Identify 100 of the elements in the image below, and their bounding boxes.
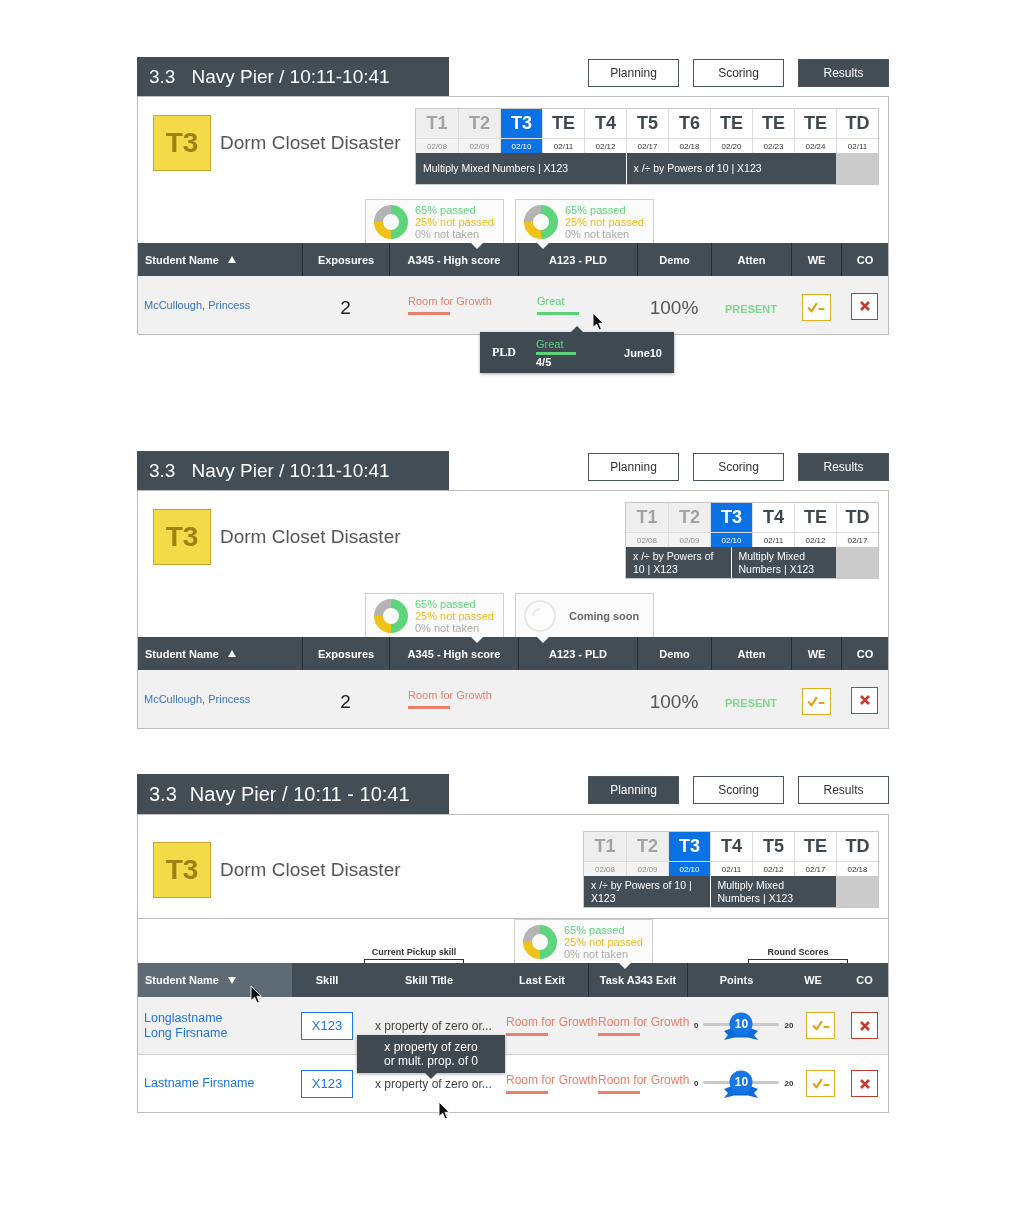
check-dash-button[interactable] xyxy=(801,293,831,321)
date-text: June10 xyxy=(624,346,662,359)
x-mark-icon xyxy=(859,1020,870,1031)
column-group-label: Current Pickup skill xyxy=(364,947,464,963)
task-tab[interactable]: T5 02/12 xyxy=(752,832,794,876)
section-number: 3.3 xyxy=(149,782,177,806)
demo-percent: 100% xyxy=(649,690,699,713)
lesson-title: Dorm Closet Disaster xyxy=(220,859,401,881)
donut-icon xyxy=(524,204,558,239)
slider-min-label: 0 xyxy=(694,1021,699,1030)
lesson-badge: T3 xyxy=(153,509,211,565)
view-button[interactable]: Planning xyxy=(588,453,679,481)
skill-code-button[interactable]: X123 xyxy=(301,1069,353,1098)
lesson-title: Dorm Closet Disaster xyxy=(220,526,401,548)
view-button[interactable]: Planning xyxy=(588,776,679,804)
task-tab[interactable]: T3 02/10 xyxy=(710,503,752,547)
lesson-badge: T3 xyxy=(153,842,211,898)
task-tab[interactable]: TE 02/23 xyxy=(752,109,794,153)
check-dash-icon xyxy=(807,695,825,707)
student-name-link[interactable]: McCullough, Princess xyxy=(144,692,251,706)
skill-label: x /÷ by Powers of 10 | X123 xyxy=(625,153,836,184)
score-text: 4/5 xyxy=(536,355,552,368)
stat-label: 25% not passed xyxy=(415,609,494,622)
task-tab[interactable]: TD 02/18 xyxy=(836,832,878,876)
column-header[interactable]: Student Name xyxy=(138,243,302,276)
view-button[interactable]: Planning xyxy=(588,59,679,87)
task-tab[interactable]: TE 02/12 xyxy=(794,503,836,547)
task-tab[interactable]: T6 02/18 xyxy=(668,109,710,153)
task-tab[interactable]: TD 02/11 xyxy=(836,109,878,153)
student-name-link[interactable]: Longlastname Long Firsname xyxy=(144,1010,228,1041)
view-button[interactable]: Scoring xyxy=(693,776,784,804)
exposure-count: 2 xyxy=(340,296,351,319)
slider-track[interactable]: 10 xyxy=(703,1011,780,1040)
column-group-label: Round Scores xyxy=(748,947,848,963)
task-tab[interactable]: T5 02/17 xyxy=(626,109,668,153)
donut-icon xyxy=(374,204,408,239)
stat-label: 65% passed xyxy=(564,923,626,936)
x-mark-icon xyxy=(859,1078,870,1089)
task-tab[interactable]: T3 02/10 xyxy=(668,832,710,876)
x-mark-button[interactable] xyxy=(851,1012,878,1039)
column-header[interactable]: Skill xyxy=(292,963,362,997)
column-header[interactable]: Skill Title xyxy=(362,963,496,997)
task-tab[interactable]: TE 02/20 xyxy=(710,109,752,153)
coming-soon-label: Coming soon xyxy=(569,609,640,622)
view-button[interactable]: Results xyxy=(798,776,889,804)
tooltip-text: x property of zero or mult. prop. of 0 xyxy=(383,1040,478,1068)
view-button[interactable]: Scoring xyxy=(693,453,784,481)
task-tab[interactable]: T4 02/11 xyxy=(710,832,752,876)
view-button[interactable]: Results xyxy=(798,59,889,87)
column-header[interactable]: Student Name xyxy=(138,637,302,670)
x-mark-button[interactable] xyxy=(851,686,878,714)
slider-min-label: 0 xyxy=(694,1079,699,1088)
check-dash-icon xyxy=(811,1020,830,1031)
rating-label: Great xyxy=(536,337,564,351)
task-tab[interactable]: T3 02/10 xyxy=(500,109,542,153)
rating-label: Room for Growth xyxy=(408,295,492,308)
check-dash-button[interactable] xyxy=(806,1070,835,1097)
task-tab[interactable]: TE 02/24 xyxy=(794,109,836,153)
task-tab[interactable]: TD 02/17 xyxy=(836,503,878,547)
lesson-title: Dorm Closet Disaster xyxy=(220,132,401,154)
task-tab[interactable]: TE 02/17 xyxy=(794,832,836,876)
rating-label: Room for Growth xyxy=(506,1015,598,1029)
stat-label: 0% not taken xyxy=(415,227,480,240)
x-mark-icon xyxy=(859,301,870,311)
skill-label: Multiply Mixed Numbers | X123 xyxy=(709,876,836,907)
task-tab[interactable]: T4 02/12 xyxy=(584,109,626,153)
skill-label: Multiply Mixed Numbers | X123 xyxy=(416,153,626,184)
task-tab[interactable]: TE 02/11 xyxy=(542,109,584,153)
rating-label: Great xyxy=(537,295,565,308)
placeholder-circle-icon xyxy=(524,599,556,632)
x-mark-button[interactable] xyxy=(851,292,878,320)
check-dash-button[interactable] xyxy=(801,687,831,715)
column-header[interactable]: WE xyxy=(785,963,841,997)
demo-percent: 100% xyxy=(649,296,699,319)
check-dash-icon xyxy=(807,301,825,313)
rating-label: Room for Growth xyxy=(506,1073,598,1087)
column-header[interactable]: Last Exit xyxy=(496,963,588,997)
stat-label: 25% not passed xyxy=(565,215,644,228)
rating-label: Room for Growth xyxy=(598,1073,690,1087)
column-header[interactable]: CO xyxy=(841,963,888,997)
stat-label: 25% not passed xyxy=(415,215,494,228)
task-tab[interactable]: T4 02/11 xyxy=(752,503,794,547)
session-title: Navy Pier / 10:11-10:41 xyxy=(191,459,390,482)
view-button[interactable]: Scoring xyxy=(693,59,784,87)
check-dash-icon xyxy=(811,1078,830,1089)
view-button[interactable]: Results xyxy=(798,453,889,481)
exposure-count: 2 xyxy=(340,690,351,713)
skill-label: x /÷ by Powers of 10 | X123 xyxy=(626,547,731,578)
cursor-icon xyxy=(592,312,604,331)
slider-track[interactable]: 10 xyxy=(703,1069,780,1098)
check-dash-button[interactable] xyxy=(806,1012,835,1039)
skill-code-button[interactable]: X123 xyxy=(301,1011,353,1040)
x-mark-button[interactable] xyxy=(851,1070,878,1097)
student-name-link[interactable]: McCullough, Princess xyxy=(144,298,251,312)
donut-icon xyxy=(374,598,408,633)
session-title: Navy Pier / 10:11 - 10:41 xyxy=(189,782,410,806)
student-name-link[interactable]: Lastname Firsname xyxy=(144,1076,255,1091)
attendance-status: PRESENT xyxy=(725,695,777,709)
session-title: Navy Pier / 10:11-10:41 xyxy=(191,65,390,88)
skill-title-text: x property of zero or... xyxy=(375,1076,492,1091)
